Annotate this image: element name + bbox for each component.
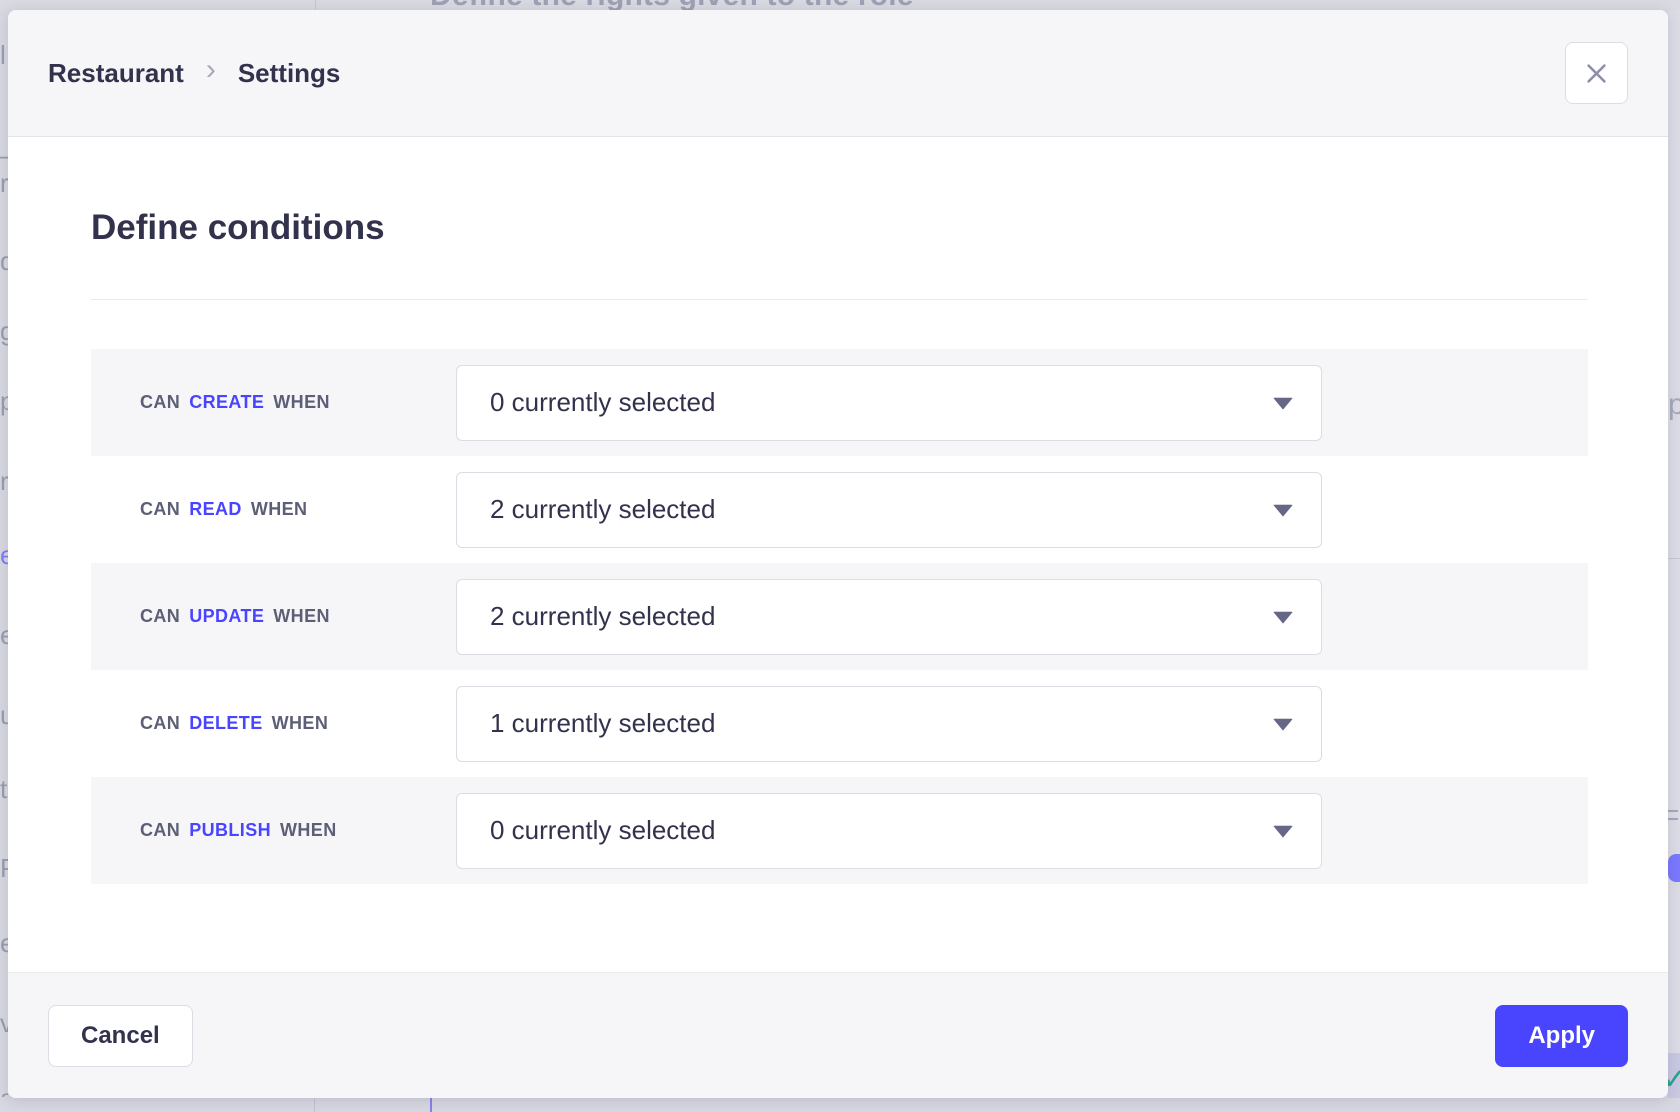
action-name: READ (189, 499, 242, 520)
modal-header: Restaurant › Settings (8, 10, 1668, 137)
background-letter-fragment: e (0, 540, 8, 571)
close-icon (1583, 60, 1610, 87)
modal-footer: Cancel Apply (8, 972, 1668, 1098)
background-column-divider (314, 1098, 315, 1112)
background-heading-fragment: Define the rights given to the role (430, 0, 914, 10)
page-title: Define conditions (91, 207, 1588, 249)
condition-label: CAN PUBLISH WHEN (140, 820, 456, 841)
settings-conditions-modal: Restaurant › Settings Define conditions … (8, 10, 1668, 1098)
can-publish-when-select[interactable]: 0 currently selected (456, 793, 1322, 869)
background-column-divider (315, 0, 316, 10)
background-letter-fragment: p (0, 386, 8, 417)
background-button-fragment (1668, 854, 1680, 882)
breadcrumb-separator-icon: › (206, 55, 216, 85)
condition-label: CAN CREATE WHEN (140, 392, 456, 413)
background-divider-fragment (1668, 558, 1680, 559)
close-button[interactable] (1565, 42, 1628, 104)
can-create-when-select[interactable]: 0 currently selected (456, 365, 1322, 441)
background-letter-fragment: u (0, 700, 8, 731)
cancel-button[interactable]: Cancel (48, 1005, 193, 1067)
modal-body: Define conditions CAN CREATE WHEN 0 curr… (8, 137, 1668, 972)
can-delete-when-select[interactable]: 1 currently selected (456, 686, 1322, 762)
action-name: UPDATE (189, 606, 264, 627)
chevron-down-icon (1273, 825, 1293, 837)
can-update-when-select[interactable]: 2 currently selected (456, 579, 1322, 655)
background-letter-fragment: d (0, 246, 8, 277)
background-letter-fragment: r (0, 168, 8, 199)
conditions-list: CAN CREATE WHEN 0 currently selected CAN… (91, 349, 1588, 884)
condition-row-delete: CAN DELETE WHEN 1 currently selected (91, 670, 1588, 777)
condition-label: CAN UPDATE WHEN (140, 606, 456, 627)
background-letter-fragment: ti (0, 774, 8, 805)
background-left-fragments: l—rdgpreerutiPevai (0, 10, 8, 1098)
condition-row-read: CAN READ WHEN 2 currently selected (91, 456, 1588, 563)
background-letter-fragment: e (0, 928, 8, 959)
chevron-down-icon (1273, 504, 1293, 516)
background-letter-fragment: — (0, 140, 8, 171)
apply-button[interactable]: Apply (1495, 1005, 1628, 1067)
checkmark-icon: ✓ (1668, 1062, 1680, 1097)
condition-row-create: CAN CREATE WHEN 0 currently selected (91, 349, 1588, 456)
background-right-fragments: p ✓ (1668, 10, 1680, 1098)
background-letter-fragment: l (0, 40, 6, 71)
breadcrumb-current: Settings (238, 58, 341, 89)
action-name: DELETE (189, 713, 262, 734)
breadcrumb: Restaurant › Settings (48, 58, 340, 89)
background-letter-fragment: P (0, 853, 8, 884)
chevron-down-icon (1273, 397, 1293, 409)
action-name: PUBLISH (189, 820, 271, 841)
background-focused-cell-border (430, 1098, 432, 1112)
background-letter-fragment: ai (0, 1083, 8, 1098)
can-read-when-select[interactable]: 2 currently selected (456, 472, 1322, 548)
background-bottom-strip (0, 1098, 1680, 1112)
condition-label: CAN DELETE WHEN (140, 713, 456, 734)
condition-row-publish: CAN PUBLISH WHEN 0 currently selected (91, 777, 1588, 884)
chevron-down-icon (1273, 718, 1293, 730)
background-top-strip: Define the rights given to the role (0, 0, 1680, 10)
background-letter-fragment: p (1668, 388, 1680, 422)
condition-label: CAN READ WHEN (140, 499, 456, 520)
action-name: CREATE (189, 392, 264, 413)
menu-lines-icon (1668, 810, 1678, 826)
background-letter-fragment: g (0, 316, 8, 347)
chevron-down-icon (1273, 611, 1293, 623)
background-letter-fragment: r (0, 466, 8, 497)
breadcrumb-root: Restaurant (48, 58, 184, 89)
condition-row-update: CAN UPDATE WHEN 2 currently selected (91, 563, 1588, 670)
title-divider (91, 299, 1588, 300)
background-letter-fragment: v (0, 1008, 8, 1039)
background-letter-fragment: er (0, 620, 8, 651)
